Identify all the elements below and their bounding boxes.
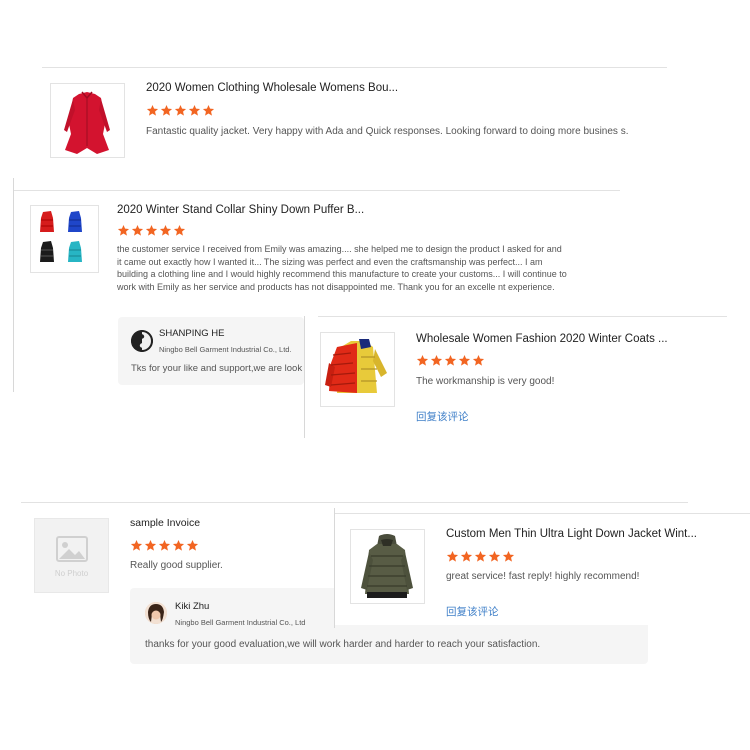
star-icon	[460, 550, 473, 562]
avatar	[131, 330, 153, 352]
reply-text: Tks for your like and support,we are loo…	[131, 363, 303, 374]
reply-to-review-link[interactable]: 回复该评论	[416, 409, 469, 424]
review-title[interactable]: sample Invoice	[130, 517, 200, 529]
reply-text: thanks for your good evaluation,we will …	[145, 639, 541, 650]
star-icon	[131, 224, 144, 236]
star-icon	[188, 104, 201, 116]
review-title[interactable]: Custom Men Thin Ultra Light Down Jacket …	[446, 528, 697, 540]
star-icon	[174, 104, 187, 116]
star-icon	[159, 224, 172, 236]
star-rating	[416, 354, 486, 368]
review-text: Fantastic quality jacket. Very happy wit…	[146, 126, 629, 137]
review-card-1: 2020 Women Clothing Wholesale Womens Bou…	[42, 68, 667, 168]
reply-to-review-link[interactable]: 回复该评论	[446, 604, 499, 619]
avatar	[145, 602, 167, 624]
star-rating	[117, 224, 187, 238]
star-rating	[446, 550, 516, 564]
review-text: the customer service I received from Emi…	[117, 244, 567, 292]
star-icon	[144, 539, 157, 551]
star-icon	[160, 104, 173, 116]
star-icon	[474, 550, 487, 562]
star-icon	[458, 354, 471, 366]
review-title[interactable]: Wholesale Women Fashion 2020 Winter Coat…	[416, 333, 668, 345]
reply-company: Ningbo Bell Garment Industrial Co., Ltd	[175, 618, 306, 627]
star-icon	[146, 104, 159, 116]
seller-reply: SHANPING HE Ningbo Bell Garment Industri…	[118, 317, 304, 385]
reply-author-name: SHANPING HE	[159, 328, 225, 339]
review-text: Really good supplier.	[130, 560, 223, 571]
star-icon	[472, 354, 485, 366]
review-card-3: Wholesale Women Fashion 2020 Winter Coat…	[305, 316, 727, 434]
red-peplum-jacket-image[interactable]	[50, 83, 125, 158]
color-block-puffer-image[interactable]	[320, 332, 395, 407]
star-icon	[172, 539, 185, 551]
review-title[interactable]: 2020 Women Clothing Wholesale Womens Bou…	[146, 82, 398, 94]
no-photo-label: No Photo	[54, 569, 89, 578]
star-icon	[446, 550, 459, 562]
no-photo-placeholder: No Photo	[34, 518, 109, 593]
star-rating	[146, 104, 216, 118]
star-icon	[488, 550, 501, 562]
review-title[interactable]: 2020 Winter Stand Collar Shiny Down Puff…	[117, 204, 364, 216]
star-icon	[416, 354, 429, 366]
star-icon	[145, 224, 158, 236]
review-text: great service! fast reply! highly recomm…	[446, 571, 640, 582]
puffer-jackets-grid-image[interactable]	[30, 205, 99, 273]
olive-hooded-down-jacket-image[interactable]	[350, 529, 425, 604]
star-icon	[186, 539, 199, 551]
reply-author-name: Kiki Zhu	[175, 601, 210, 612]
review-text: The workmanship is very good!	[416, 376, 555, 387]
star-icon	[173, 224, 186, 236]
star-icon	[117, 224, 130, 236]
star-icon	[202, 104, 215, 116]
star-icon	[158, 539, 171, 551]
review-card-5: Custom Men Thin Ultra Light Down Jacket …	[335, 513, 750, 625]
star-icon	[444, 354, 457, 366]
reply-company: Ningbo Bell Garment Industrial Co., Ltd.	[159, 345, 292, 354]
star-rating	[130, 539, 200, 553]
star-icon	[430, 354, 443, 366]
star-icon	[130, 539, 143, 551]
star-icon	[502, 550, 515, 562]
